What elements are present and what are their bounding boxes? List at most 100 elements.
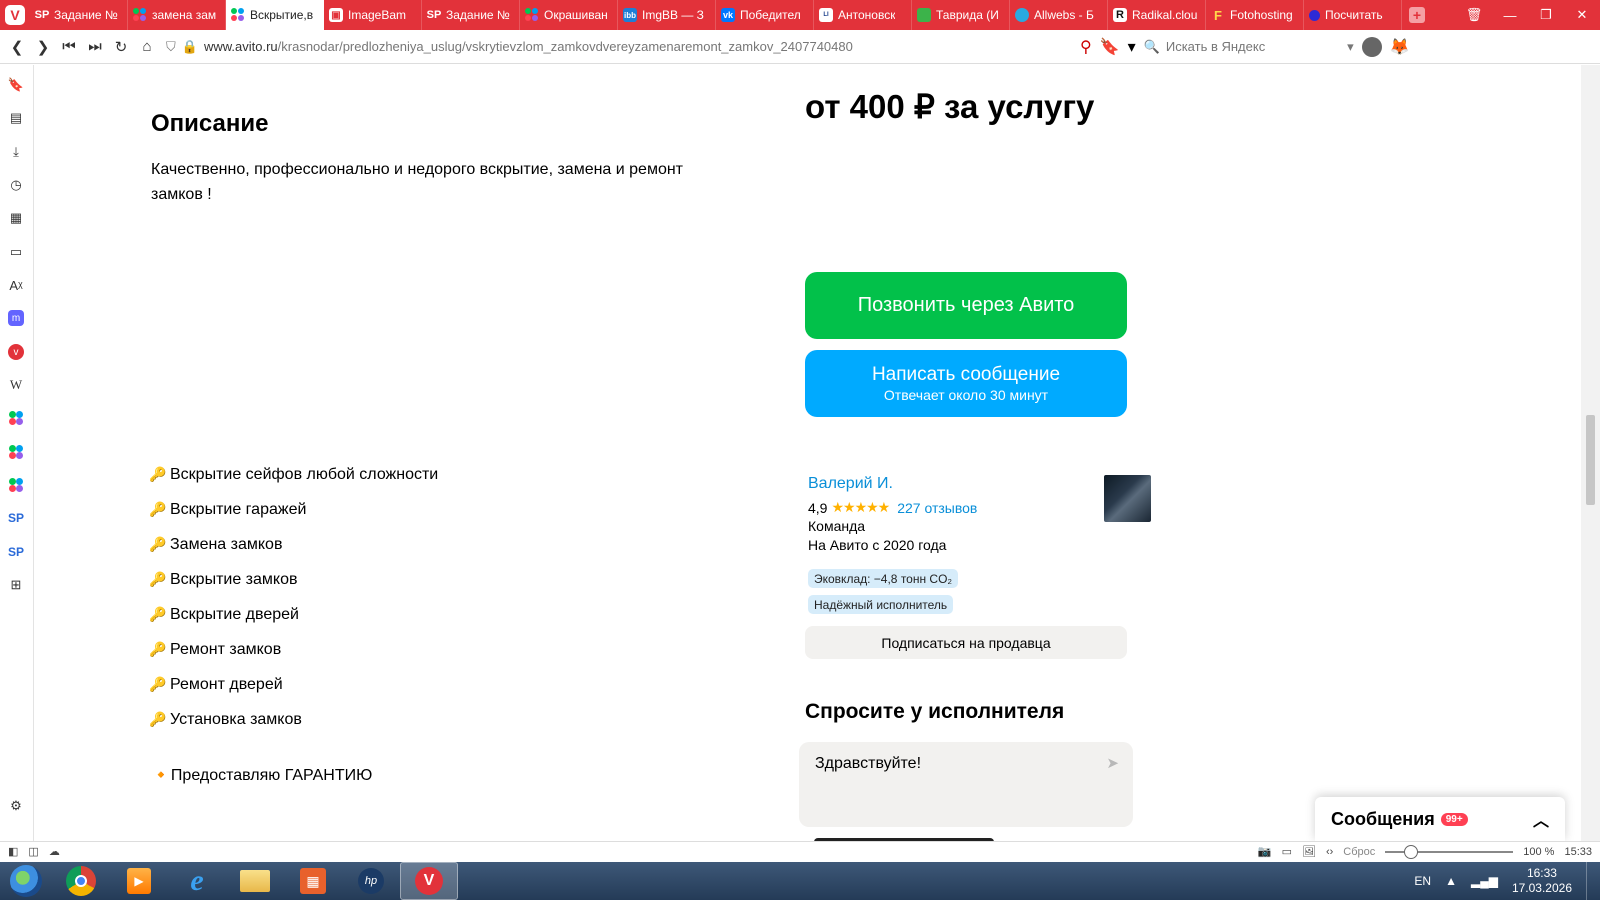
extension-fox-icon[interactable]: 🦊: [1390, 37, 1410, 57]
clock-date: 17.03.2026: [1511, 881, 1572, 895]
add-panel-icon[interactable]: ⊞: [6, 575, 26, 595]
eco-badge[interactable]: Эковклад: −4,8 тонн CO₂: [808, 569, 959, 588]
service-label: Вскрытие сейфов любой сложности: [170, 465, 439, 483]
page-actions-icon[interactable]: ‹›: [1326, 846, 1333, 858]
mastodon-icon[interactable]: m: [6, 308, 26, 328]
tile-tabs-icon[interactable]: ◫: [28, 845, 38, 858]
profile-icon[interactable]: [1361, 36, 1382, 57]
service-label: Вскрытие гаражей: [170, 500, 307, 518]
zoom-reset-button[interactable]: Сброс: [1343, 846, 1375, 858]
vivaldi-taskbar-icon[interactable]: V: [400, 862, 458, 900]
tab[interactable]: F Fotohosting: [1206, 0, 1304, 30]
write-message-button[interactable]: Написать сообщение Отвечает около 30 мин…: [805, 350, 1127, 417]
back-button[interactable]: ❮: [4, 34, 30, 60]
internet-explorer-taskbar-icon[interactable]: e: [168, 862, 226, 900]
avito-panel-icon[interactable]: [6, 475, 26, 495]
vivaldi-icon[interactable]: v: [6, 342, 26, 362]
forward-button[interactable]: ❯: [30, 34, 56, 60]
seller-avatar[interactable]: [1104, 475, 1151, 522]
settings-gear-icon[interactable]: ⚙: [6, 796, 26, 816]
wikipedia-icon[interactable]: W: [6, 375, 26, 395]
page-tiling-icon[interactable]: ▭: [1282, 845, 1292, 858]
tab[interactable]: LI Антоновск: [814, 0, 912, 30]
subscribe-seller-button[interactable]: Подписаться на продавца: [805, 626, 1127, 659]
office-taskbar-icon[interactable]: ▦: [284, 862, 342, 900]
key-icon: 🔑: [149, 571, 167, 587]
vivaldi-menu-button[interactable]: V: [0, 0, 30, 30]
maximize-button[interactable]: ❐: [1528, 0, 1564, 30]
tab[interactable]: Allwebs - Б: [1010, 0, 1108, 30]
minimize-button[interactable]: —: [1492, 0, 1528, 30]
sp-panel-icon[interactable]: SP: [6, 542, 26, 562]
extension-icon[interactable]: ⚲: [1080, 37, 1092, 57]
zoom-slider-knob[interactable]: [1404, 844, 1419, 859]
send-icon[interactable]: ➤: [1106, 754, 1119, 772]
ask-seller-input[interactable]: Здравствуйте! ➤: [799, 742, 1133, 827]
start-button[interactable]: [0, 862, 52, 900]
history-icon[interactable]: ◷: [6, 175, 26, 195]
tab[interactable]: Окрашиван: [520, 0, 618, 30]
seller-name-link[interactable]: Валерий И.: [808, 475, 893, 493]
reviews-link[interactable]: 227 отзывов: [897, 500, 977, 516]
translate-icon[interactable]: Aᵡ: [6, 275, 26, 295]
search-field[interactable]: 🔍 Искать в Яндекс ▾: [1144, 35, 1354, 59]
guarantee-text: 🔸Предоставляю ГАРАНТИЮ: [151, 767, 373, 784]
tab-active[interactable]: Вскрытие,в: [226, 0, 324, 30]
tab[interactable]: vk Победител: [716, 0, 814, 30]
page-scrollbar[interactable]: [1581, 65, 1600, 841]
tab[interactable]: ibb ImgBB — З: [618, 0, 716, 30]
tab[interactable]: замена зам: [128, 0, 226, 30]
rewind-button[interactable]: ⏮: [56, 34, 82, 60]
bookmarks-icon[interactable]: 🔖: [6, 75, 26, 95]
avito-icon: [133, 8, 147, 22]
screenshot-icon[interactable]: 📷: [1258, 845, 1272, 858]
explorer-taskbar-icon[interactable]: [226, 862, 284, 900]
language-indicator[interactable]: EN: [1414, 874, 1431, 888]
call-button[interactable]: Позвонить через Авито: [805, 272, 1127, 339]
url-field[interactable]: ⛉ 🔒 www.avito.ru/krasnodar/predlozheniya…: [160, 34, 930, 60]
bookmark-icon[interactable]: 🔖: [1100, 37, 1120, 57]
show-desktop-button[interactable]: [1586, 862, 1600, 900]
tab[interactable]: SP Задание №: [422, 0, 520, 30]
system-clock[interactable]: 16:33 17.03.2026: [1512, 866, 1572, 896]
reliable-badge[interactable]: Надёжный исполнитель: [808, 595, 954, 614]
tray-expand-icon[interactable]: ▲: [1445, 874, 1457, 888]
list-item: 🔑 Вскрытие дверей: [149, 597, 438, 632]
chevron-up-icon[interactable]: ︿: [1533, 807, 1549, 831]
trash-icon[interactable]: 🗑: [1456, 0, 1492, 30]
zoom-slider[interactable]: [1385, 844, 1514, 859]
hp-taskbar-icon[interactable]: hp: [342, 862, 400, 900]
image-toggle-icon[interactable]: 🖼: [1302, 845, 1316, 858]
avito-panel-icon[interactable]: [6, 408, 26, 428]
windows-taskbar: ▶ e ▦ hp V EN ▲ ▂▄▆ 16:33 17.03.2026: [0, 862, 1600, 900]
tab[interactable]: Таврида (И: [912, 0, 1010, 30]
browser-side-panel: 🔖 ▤ ⤓ ◷ ▦ ▭ Aᵡ m v W SP SP ⊞ ⚙: [0, 65, 34, 841]
tab[interactable]: ▣ ImageBam: [324, 0, 422, 30]
reading-list-icon[interactable]: ▤: [6, 108, 26, 128]
avito-panel-icon[interactable]: [6, 442, 26, 462]
search-engine-dropdown-icon[interactable]: ▾: [1347, 39, 1354, 55]
messages-panel[interactable]: Сообщения 99+ ︿: [1315, 797, 1565, 841]
downloads-icon[interactable]: ⤓: [6, 142, 26, 162]
panel-toggle-icon[interactable]: ◧: [8, 845, 18, 858]
messages-title: Сообщения: [1331, 808, 1435, 829]
new-tab-button[interactable]: +: [1402, 0, 1432, 30]
fast-forward-button[interactable]: ⏭: [82, 34, 108, 60]
scrollbar-thumb[interactable]: [1586, 415, 1595, 505]
chevron-down-icon[interactable]: ▾: [1128, 37, 1136, 57]
tab-label: Задание №: [54, 8, 118, 22]
media-player-taskbar-icon[interactable]: ▶: [110, 862, 168, 900]
network-signal-icon[interactable]: ▂▄▆: [1471, 874, 1498, 888]
tab[interactable]: R Radikal.clou: [1108, 0, 1206, 30]
cloud-sync-icon[interactable]: ☁: [49, 845, 60, 858]
sp-panel-icon[interactable]: SP: [6, 508, 26, 528]
home-button[interactable]: ⌂: [134, 34, 160, 60]
tab-label: Антоновск: [838, 8, 896, 22]
tab[interactable]: Посчитать: [1304, 0, 1402, 30]
reload-button[interactable]: ↻: [108, 34, 134, 60]
window-panel-icon[interactable]: ▭: [6, 242, 26, 262]
close-button[interactable]: ✕: [1564, 0, 1600, 30]
notes-icon[interactable]: ▦: [6, 208, 26, 228]
chrome-taskbar-icon[interactable]: [52, 862, 110, 900]
tab[interactable]: SP Задание №: [30, 0, 128, 30]
